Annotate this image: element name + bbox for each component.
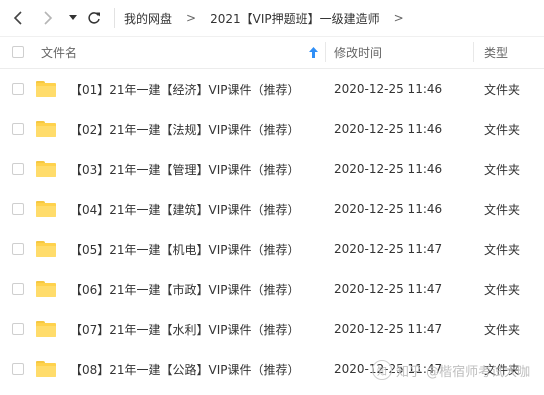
file-type: 文件夹: [484, 122, 521, 137]
watermark-text: 知乎 @楷宿师考试大咖: [396, 364, 531, 380]
column-header-name[interactable]: 文件名: [41, 36, 77, 68]
column-header-modified-label: 修改时间: [334, 45, 383, 60]
file-type: 文件夹: [484, 242, 521, 257]
sort-up-arrow-icon: [309, 46, 318, 58]
file-modified: 2020-12-25 11:47: [334, 322, 443, 336]
select-all-cell: [12, 36, 24, 68]
row-checkbox[interactable]: [12, 163, 24, 175]
file-type: 文件夹: [484, 322, 521, 337]
select-all-checkbox[interactable]: [12, 46, 24, 58]
file-name[interactable]: 【02】21年一建【法规】VIP课件（推荐）: [70, 109, 300, 149]
file-row[interactable]: 【06】21年一建【市政】VIP课件（推荐） 2020-12-25 11:47 …: [0, 269, 544, 309]
file-row[interactable]: 【03】21年一建【管理】VIP课件（推荐） 2020-12-25 11:46 …: [0, 149, 544, 189]
chevron-left-icon: [13, 11, 22, 25]
file-name[interactable]: 【07】21年一建【水利】VIP课件（推荐）: [70, 309, 300, 349]
file-name[interactable]: 【01】21年一建【经济】VIP课件（推荐）: [70, 69, 300, 109]
forward-button[interactable]: [38, 8, 58, 28]
column-divider[interactable]: [473, 42, 474, 62]
file-type: 文件夹: [484, 82, 521, 97]
folder-icon: [36, 201, 56, 217]
file-modified: 2020-12-25 11:46: [334, 202, 443, 216]
row-checkbox[interactable]: [12, 243, 24, 255]
breadcrumb-current[interactable]: 2021【VIP押题班】一级建造师: [210, 10, 380, 27]
folder-icon: [36, 281, 56, 297]
file-row[interactable]: 【07】21年一建【水利】VIP课件（推荐） 2020-12-25 11:47 …: [0, 309, 544, 349]
history-dropdown-button[interactable]: [66, 8, 80, 28]
file-modified: 2020-12-25 11:46: [334, 82, 443, 96]
file-modified: 2020-12-25 11:47: [334, 242, 443, 256]
folder-icon: [36, 321, 56, 337]
column-header-modified[interactable]: 修改时间: [334, 36, 382, 68]
refresh-icon: [88, 12, 100, 24]
file-modified: 2020-12-25 11:47: [334, 282, 443, 296]
sort-button[interactable]: [309, 36, 318, 68]
row-checkbox[interactable]: [12, 83, 24, 95]
file-modified: 2020-12-25 11:46: [334, 122, 443, 136]
file-row[interactable]: 【04】21年一建【建筑】VIP课件（推荐） 2020-12-25 11:46 …: [0, 189, 544, 229]
file-modified: 2020-12-25 11:46: [334, 162, 443, 176]
file-row[interactable]: 【05】21年一建【机电】VIP课件（推荐） 2020-12-25 11:47 …: [0, 229, 544, 269]
column-header-name-label: 文件名: [41, 45, 78, 60]
file-type: 文件夹: [484, 282, 521, 297]
file-name[interactable]: 【03】21年一建【管理】VIP课件（推荐）: [70, 149, 300, 189]
file-name[interactable]: 【08】21年一建【公路】VIP课件（推荐）: [70, 349, 300, 389]
file-name[interactable]: 【04】21年一建【建筑】VIP课件（推荐）: [70, 189, 300, 229]
column-divider[interactable]: [325, 42, 326, 62]
file-row[interactable]: 【01】21年一建【经济】VIP课件（推荐） 2020-12-25 11:46 …: [0, 69, 544, 109]
dropdown-triangle-icon: [69, 15, 77, 20]
refresh-button[interactable]: [84, 8, 104, 28]
breadcrumb-expand-arrow[interactable]: >: [394, 11, 404, 25]
chevron-right-icon: [44, 11, 53, 25]
navigation-toolbar: 我的网盘 > 2021【VIP押题班】一级建造师 >: [0, 0, 544, 37]
row-checkbox[interactable]: [12, 203, 24, 215]
file-name[interactable]: 【05】21年一建【机电】VIP课件（推荐）: [70, 229, 300, 269]
file-type: 文件夹: [484, 162, 521, 177]
folder-icon: [36, 361, 56, 377]
back-button[interactable]: [8, 8, 28, 28]
breadcrumb: 我的网盘 > 2021【VIP押题班】一级建造师 >: [124, 9, 404, 27]
folder-icon: [36, 241, 56, 257]
breadcrumb-root[interactable]: 我的网盘: [124, 10, 172, 27]
toolbar-separator: [114, 8, 115, 28]
row-checkbox[interactable]: [12, 283, 24, 295]
folder-icon: [36, 161, 56, 177]
watermark-logo: 知: [372, 360, 392, 380]
column-header-type[interactable]: 类型: [484, 36, 508, 68]
file-list-header: 文件名 修改时间 类型: [0, 36, 544, 69]
file-row[interactable]: 【02】21年一建【法规】VIP课件（推荐） 2020-12-25 11:46 …: [0, 109, 544, 149]
row-checkbox[interactable]: [12, 123, 24, 135]
file-name[interactable]: 【06】21年一建【市政】VIP课件（推荐）: [70, 269, 300, 309]
column-header-type-label: 类型: [484, 45, 509, 60]
watermark: 知 知乎 @楷宿师考试大咖: [372, 359, 530, 381]
folder-icon: [36, 121, 56, 137]
row-checkbox[interactable]: [12, 323, 24, 335]
breadcrumb-separator: >: [186, 11, 197, 25]
file-type: 文件夹: [484, 202, 521, 217]
folder-icon: [36, 81, 56, 97]
row-checkbox[interactable]: [12, 363, 24, 375]
